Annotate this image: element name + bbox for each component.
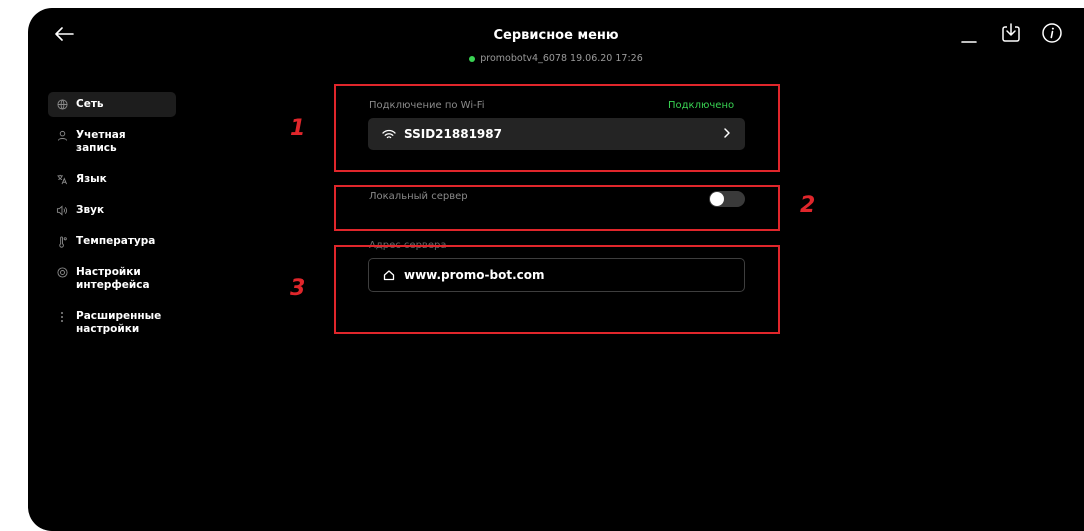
sidebar-item-advanced-settings[interactable]: Расширенные настройки — [48, 304, 176, 342]
sidebar-item-interface-settings[interactable]: Настройки интерфейса — [48, 260, 176, 298]
sidebar-item-label: Учетная запись — [76, 129, 126, 154]
minimize-icon[interactable] — [959, 22, 979, 46]
speaker-icon — [56, 204, 68, 217]
more-vertical-icon — [56, 310, 68, 323]
sidebar-item-label: Расширенные настройки — [76, 310, 162, 335]
sidebar-item-language[interactable]: Язык — [48, 167, 176, 192]
info-icon[interactable] — [1039, 20, 1065, 46]
annotation-number-1: 1 — [290, 116, 306, 141]
thermometer-icon — [56, 235, 68, 248]
sidebar-item-account[interactable]: Учетная запись — [48, 123, 176, 161]
sidebar-item-label: Звук — [76, 204, 105, 216]
page-title: Сервисное меню — [493, 28, 619, 43]
annotation-box-2 — [334, 185, 780, 231]
sidebar-item-label: Настройки интерфейса — [76, 266, 150, 291]
sidebar-item-label: Язык — [76, 173, 107, 185]
settings-sidebar: Сеть Учетная запись Язык Звук Температур… — [48, 92, 176, 348]
device-status: promobotv4_6078 19.06.20 17:26 — [28, 53, 1084, 64]
user-icon — [56, 129, 68, 142]
sidebar-item-label: Температура — [76, 235, 156, 247]
annotation-number-2: 2 — [800, 193, 816, 218]
download-icon[interactable] — [998, 20, 1024, 46]
sidebar-item-network[interactable]: Сеть — [48, 92, 176, 117]
annotation-box-1 — [334, 84, 780, 172]
settings-circle-icon — [56, 266, 68, 279]
annotation-number-3: 3 — [290, 276, 306, 301]
sidebar-item-temperature[interactable]: Температура — [48, 229, 176, 254]
device-status-text: promobotv4_6078 19.06.20 17:26 — [480, 53, 643, 64]
sidebar-item-label: Сеть — [76, 98, 104, 110]
sidebar-item-sound[interactable]: Звук — [48, 198, 176, 223]
translate-icon — [56, 173, 68, 186]
service-menu-screen: Сервисное меню promobotv4_6078 19.06.20 … — [28, 8, 1084, 531]
globe-icon — [56, 98, 68, 111]
annotation-box-3 — [334, 245, 780, 334]
online-indicator — [469, 55, 476, 62]
